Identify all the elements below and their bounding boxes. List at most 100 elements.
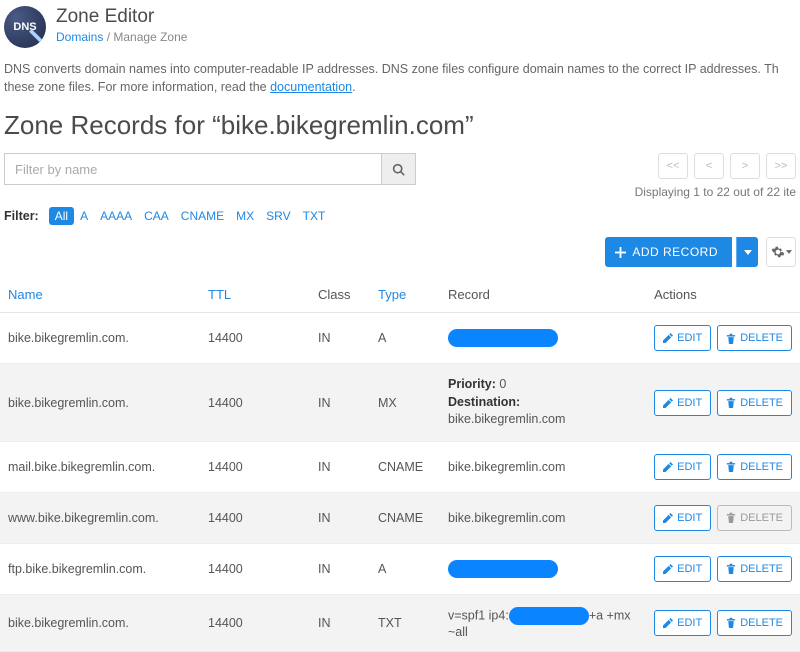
delete-button[interactable]: DELETE bbox=[717, 505, 792, 531]
trash-icon bbox=[726, 461, 736, 472]
pager-first-button[interactable]: << bbox=[658, 153, 688, 179]
filter-tag-srv[interactable]: SRV bbox=[260, 207, 296, 225]
breadcrumb: Domains / Manage Zone bbox=[56, 30, 187, 44]
edit-button[interactable]: EDIT bbox=[654, 610, 711, 636]
delete-button[interactable]: DELETE bbox=[717, 390, 792, 416]
add-record-dropdown[interactable] bbox=[736, 237, 758, 267]
redacted-value bbox=[509, 607, 589, 625]
col-header-name[interactable]: Name bbox=[0, 277, 200, 313]
trash-icon bbox=[726, 397, 736, 408]
pager-last-button[interactable]: >> bbox=[766, 153, 796, 179]
cell-name: www.bike.bikegremlin.com. bbox=[0, 492, 200, 543]
cell-type: CNAME bbox=[370, 492, 440, 543]
cell-ttl: 14400 bbox=[200, 492, 310, 543]
cell-type: A bbox=[370, 543, 440, 594]
trash-icon bbox=[726, 333, 736, 344]
delete-button[interactable]: DELETE bbox=[717, 454, 792, 480]
filter-tag-a[interactable]: A bbox=[74, 207, 94, 225]
record-value: v=spf1 ip4: bbox=[448, 608, 509, 622]
table-row: bike.bikegremlin.com.14400INTXT v=spf1 ip… bbox=[0, 594, 800, 651]
cell-class: IN bbox=[310, 364, 370, 442]
pencil-icon bbox=[663, 333, 673, 343]
settings-button[interactable] bbox=[766, 237, 796, 267]
record-value: bike.bikegremlin.com bbox=[448, 511, 565, 525]
col-header-actions: Actions bbox=[646, 277, 800, 313]
filter-label: Filter: bbox=[4, 209, 39, 223]
pencil-icon bbox=[663, 564, 673, 574]
gear-icon bbox=[771, 245, 785, 259]
cell-ttl: 14400 bbox=[200, 313, 310, 364]
delete-button[interactable]: DELETE bbox=[717, 325, 792, 351]
col-header-class: Class bbox=[310, 277, 370, 313]
cell-ttl: 14400 bbox=[200, 543, 310, 594]
cell-class: IN bbox=[310, 543, 370, 594]
zone-records-heading: Zone Records for “bike.bikegremlin.com” bbox=[0, 106, 800, 153]
cell-class: IN bbox=[310, 594, 370, 651]
edit-button[interactable]: EDIT bbox=[654, 454, 711, 480]
filter-tag-aaaa[interactable]: AAAA bbox=[94, 207, 138, 225]
filter-tag-cname[interactable]: CNAME bbox=[175, 207, 230, 225]
search-icon bbox=[392, 163, 405, 176]
edit-button[interactable]: EDIT bbox=[654, 325, 711, 351]
cell-class: IN bbox=[310, 492, 370, 543]
pager-next-button[interactable]: > bbox=[730, 153, 760, 179]
plus-icon bbox=[615, 247, 626, 258]
cell-class: IN bbox=[310, 313, 370, 364]
page-title: Zone Editor bbox=[56, 6, 187, 28]
trash-icon bbox=[726, 512, 736, 523]
col-header-ttl[interactable]: TTL bbox=[200, 277, 310, 313]
table-row: mail.bike.bikegremlin.com.14400INCNAME bi… bbox=[0, 441, 800, 492]
col-header-type[interactable]: Type bbox=[370, 277, 440, 313]
filter-tag-mx[interactable]: MX bbox=[230, 207, 260, 225]
table-row: www.bike.bikegremlin.com.14400INCNAME bik… bbox=[0, 492, 800, 543]
redacted-value bbox=[448, 560, 558, 578]
app-logo: DNS bbox=[4, 6, 46, 48]
pencil-icon bbox=[663, 398, 673, 408]
description-text: DNS converts domain names into computer-… bbox=[0, 48, 800, 106]
pager-status: Displaying 1 to 22 out of 22 ite bbox=[635, 185, 796, 199]
trash-icon bbox=[726, 617, 736, 628]
cell-type: MX bbox=[370, 364, 440, 442]
cell-name: mail.bike.bikegremlin.com. bbox=[0, 441, 200, 492]
cell-ttl: 14400 bbox=[200, 594, 310, 651]
cell-ttl: 14400 bbox=[200, 364, 310, 442]
pencil-icon bbox=[663, 462, 673, 472]
edit-button[interactable]: EDIT bbox=[654, 505, 711, 531]
table-row: bike.bikegremlin.com.14400INMXPriority: … bbox=[0, 364, 800, 442]
cell-name: bike.bikegremlin.com. bbox=[0, 364, 200, 442]
cell-name: ftp.bike.bikegremlin.com. bbox=[0, 543, 200, 594]
pencil-icon bbox=[663, 618, 673, 628]
record-value: Priority: 0Destination: bike.bikegremlin… bbox=[448, 376, 638, 429]
breadcrumb-domains-link[interactable]: Domains bbox=[56, 30, 103, 44]
chevron-down-icon bbox=[744, 250, 752, 255]
cell-type: A bbox=[370, 313, 440, 364]
documentation-link[interactable]: documentation bbox=[270, 80, 352, 94]
table-row: bike.bikegremlin.com.14400INA EDITDELETE bbox=[0, 313, 800, 364]
trash-icon bbox=[726, 563, 736, 574]
cell-name: bike.bikegremlin.com. bbox=[0, 594, 200, 651]
filter-tag-txt[interactable]: TXT bbox=[297, 207, 332, 225]
redacted-value bbox=[448, 329, 558, 347]
cell-type: TXT bbox=[370, 594, 440, 651]
record-value: bike.bikegremlin.com bbox=[448, 460, 565, 474]
cell-name: bike.bikegremlin.com. bbox=[0, 313, 200, 364]
cell-ttl: 14400 bbox=[200, 441, 310, 492]
filter-input[interactable] bbox=[4, 153, 382, 185]
edit-button[interactable]: EDIT bbox=[654, 556, 711, 582]
breadcrumb-current: Manage Zone bbox=[113, 30, 187, 44]
edit-button[interactable]: EDIT bbox=[654, 390, 711, 416]
delete-button[interactable]: DELETE bbox=[717, 610, 792, 636]
add-record-button[interactable]: ADD RECORD bbox=[605, 237, 732, 267]
col-header-record: Record bbox=[440, 277, 646, 313]
zone-records-table: Name TTL Class Type Record Actions bike.… bbox=[0, 277, 800, 652]
filter-tag-caa[interactable]: CAA bbox=[138, 207, 175, 225]
chevron-down-icon bbox=[786, 250, 792, 254]
search-button[interactable] bbox=[382, 153, 416, 185]
cell-type: CNAME bbox=[370, 441, 440, 492]
delete-button[interactable]: DELETE bbox=[717, 556, 792, 582]
table-row: ftp.bike.bikegremlin.com.14400INA EDITDEL… bbox=[0, 543, 800, 594]
pencil-icon bbox=[663, 513, 673, 523]
cell-class: IN bbox=[310, 441, 370, 492]
pager-prev-button[interactable]: < bbox=[694, 153, 724, 179]
filter-tag-all[interactable]: All bbox=[49, 207, 74, 225]
